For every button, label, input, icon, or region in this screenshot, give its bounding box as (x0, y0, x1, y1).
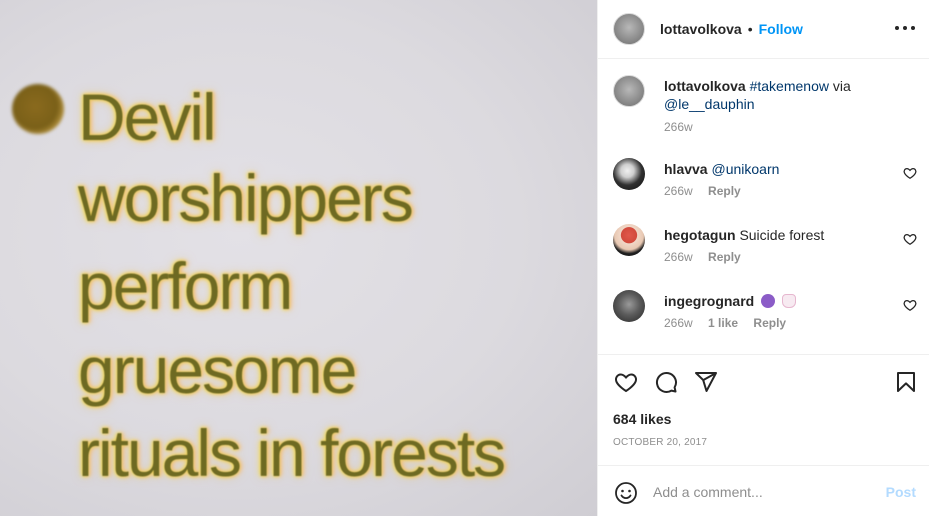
post-header: lottavolkova • Follow (598, 0, 929, 59)
comment-meta: 266w 1 like Reply (664, 316, 786, 330)
avatar[interactable] (613, 224, 645, 256)
image-text-line: worshippers (78, 161, 414, 235)
comment-likes[interactable]: 1 like (708, 316, 738, 330)
post-button[interactable]: Post (886, 484, 916, 500)
purple-devil-emoji-icon (761, 294, 776, 308)
image-text-line: perform (78, 249, 293, 323)
avatar[interactable] (613, 290, 645, 322)
reply-button[interactable]: Reply (708, 250, 741, 264)
mention-link[interactable]: @unikoarn (711, 161, 779, 177)
post-date: OCTOBER 20, 2017 (613, 437, 708, 448)
image-text-line: Devil (78, 80, 217, 154)
likes-count[interactable]: 684 likes (613, 411, 671, 427)
post-sidebar: lottavolkova • Follow lottavolkova #take… (597, 0, 929, 516)
comment-body: Suicide forest (739, 227, 825, 243)
comment-username[interactable]: hegotagun (664, 227, 736, 243)
reply-button[interactable]: Reply (753, 316, 786, 330)
follow-button[interactable]: Follow (759, 21, 803, 37)
post-image[interactable]: Devil worshippers perform gruesome ritua… (0, 0, 597, 516)
avatar[interactable] (613, 13, 645, 45)
mention-link[interactable]: @le__dauphin (664, 96, 755, 112)
comment-username[interactable]: ingegrognard (664, 293, 754, 309)
hashtag-link[interactable]: #takemenow (750, 78, 829, 94)
comment-text: hlavva @unikoarn (664, 160, 894, 178)
add-comment-bar: Post (598, 467, 929, 516)
comments-list: lottavolkova #takemenow via @le__dauphin… (598, 60, 929, 355)
header-username[interactable]: lottavolkova (660, 21, 742, 37)
timestamp[interactable]: 266w (664, 120, 693, 134)
timestamp[interactable]: 266w (664, 250, 693, 264)
caption-meta: 266w (664, 120, 693, 134)
comment-text: hegotagun Suicide forest (664, 226, 894, 244)
image-text-line: rituals in forests (78, 416, 506, 490)
bookmark-icon[interactable] (894, 370, 918, 394)
comment-meta: 266w Reply (664, 250, 741, 264)
bullet-dot (12, 84, 64, 134)
image-text-line: gruesome (78, 333, 357, 407)
avatar[interactable] (613, 75, 645, 107)
like-comment-heart-icon[interactable] (903, 232, 917, 246)
comment-username[interactable]: hlavva (664, 161, 708, 177)
share-icon[interactable] (694, 370, 718, 394)
emoji-icon[interactable] (614, 481, 638, 505)
more-options-icon[interactable] (895, 18, 915, 38)
like-comment-heart-icon[interactable] (903, 298, 917, 312)
timestamp[interactable]: 266w (664, 316, 693, 330)
ghost-emoji-icon (782, 294, 797, 308)
like-comment-heart-icon[interactable] (903, 166, 917, 180)
timestamp[interactable]: 266w (664, 184, 693, 198)
caption-text: lottavolkova #takemenow via @le__dauphin (664, 77, 894, 113)
avatar[interactable] (613, 158, 645, 190)
comment-icon[interactable] (654, 370, 678, 394)
instagram-post: Devil worshippers perform gruesome ritua… (0, 0, 929, 516)
comment-text: ingegrognard (664, 292, 894, 310)
caption-username[interactable]: lottavolkova (664, 78, 746, 94)
reply-button[interactable]: Reply (708, 184, 741, 198)
comment-input[interactable] (653, 481, 873, 503)
separator-dot: • (747, 21, 753, 37)
action-bar: 684 likes OCTOBER 20, 2017 (598, 356, 929, 466)
comment-meta: 266w Reply (664, 184, 741, 198)
heart-icon[interactable] (614, 370, 638, 394)
caption-via: via (832, 78, 851, 94)
